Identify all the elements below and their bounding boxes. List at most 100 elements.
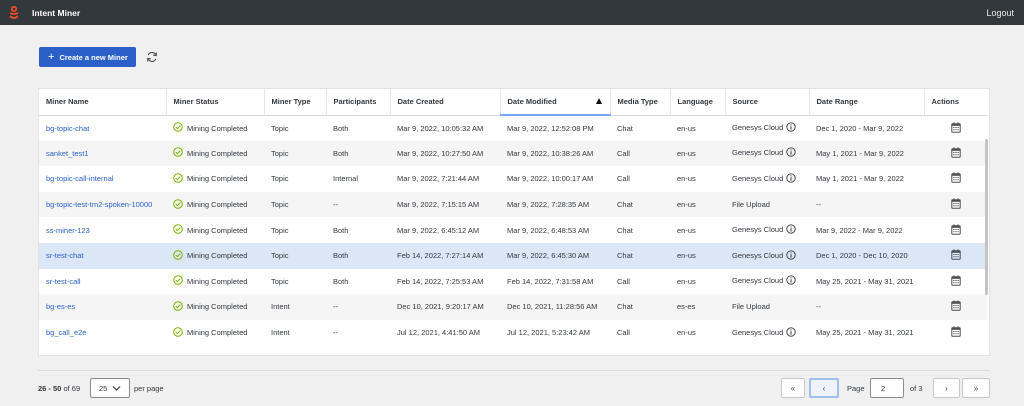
genesys-logo-icon[interactable]	[8, 5, 22, 20]
check-circle-icon	[173, 173, 187, 185]
calendar-icon[interactable]	[950, 326, 961, 339]
check-circle-icon	[173, 249, 187, 262]
date-modified-cell: Feb 14, 2022, 7:31:58 AM	[507, 276, 594, 286]
total-pages: of 3	[910, 384, 923, 393]
calendar-icon[interactable]	[950, 147, 961, 160]
language-cell: en-us	[677, 123, 696, 133]
source-text: Genesys Cloud	[732, 123, 784, 133]
miner-name-link[interactable]: ss-miner-123	[39, 217, 166, 243]
calendar-icon[interactable]	[950, 172, 961, 185]
source-text: Genesys Cloud	[732, 276, 784, 286]
participants-cell: --	[326, 294, 390, 320]
column-header-media-type[interactable]: Media Type	[610, 89, 671, 116]
date-modified-cell: Mar 9, 2022, 10:00:17 AM	[507, 174, 594, 184]
create-miner-button[interactable]: + Create a new Miner	[39, 47, 136, 67]
actions-cell	[924, 166, 987, 192]
info-icon[interactable]	[786, 250, 796, 262]
column-header-source[interactable]: Source	[725, 89, 810, 116]
miner-name-link[interactable]: bg-topic-chat	[39, 115, 166, 141]
source-text: Genesys Cloud	[732, 327, 784, 337]
plus-icon: +	[48, 50, 55, 63]
date-range-cell: Mar 9, 2022 - Mar 9, 2022	[816, 225, 903, 235]
date-modified-cell: Mar 9, 2022, 6:45:30 AM	[500, 242, 610, 269]
page-number-input[interactable]: 2	[870, 378, 904, 398]
info-icon[interactable]	[786, 224, 796, 236]
date-created-cell: Mar 9, 2022, 10:27:50 AM	[390, 140, 500, 167]
miner-status-cell: Mining Completed	[166, 269, 264, 295]
media-type-cell: Call	[617, 174, 630, 184]
results-range-bold: 26 - 50	[38, 384, 62, 393]
first-page-button[interactable]: «	[781, 378, 805, 398]
miner-name-link[interactable]: sr-test-call	[39, 269, 166, 295]
table-row[interactable]: sr-test-chat Mining Completed Topic Both Feb…	[39, 242, 987, 269]
table-scrollbar[interactable]	[985, 139, 988, 295]
column-header-date-created[interactable]: Date Created	[390, 89, 501, 116]
miner-name-link[interactable]: sanket_test1	[39, 140, 166, 167]
miner-status-cell: Mining Completed	[166, 320, 264, 346]
date-created-cell: Mar 9, 2022, 10:05:32 AM	[397, 123, 484, 133]
column-header-date-modified[interactable]: Date Modified	[500, 89, 611, 116]
calendar-icon[interactable]	[950, 121, 961, 135]
miner-status-cell: Mining Completed	[166, 242, 264, 269]
info-icon[interactable]	[786, 326, 796, 339]
info-icon[interactable]	[786, 173, 796, 185]
info-icon[interactable]	[786, 122, 796, 134]
table-row[interactable]: bg-topic-chat Mining Completed Topic Both Ma…	[39, 115, 987, 141]
date-range-cell: Dec 1, 2020 - Dec 10, 2020	[809, 242, 924, 269]
create-miner-label: Create a new Miner	[59, 52, 128, 62]
check-circle-icon	[173, 326, 187, 339]
miner-name-link[interactable]: bg-es-es	[39, 294, 166, 320]
column-header-date-range[interactable]: Date Range	[809, 89, 925, 116]
logout-link[interactable]: Logout	[986, 8, 1014, 18]
refresh-icon[interactable]	[146, 51, 158, 63]
previous-page-button[interactable]: ‹	[809, 378, 839, 398]
language-cell: en-us	[677, 174, 696, 184]
source-cell: Genesys Cloud	[725, 217, 809, 243]
media-type-cell: Call	[617, 328, 630, 338]
calendar-icon[interactable]	[950, 223, 961, 237]
next-page-button[interactable]: ›	[933, 378, 960, 398]
table-row[interactable]: sr-test-call Mining Completed Topic Both Feb…	[39, 269, 987, 295]
column-header-language[interactable]: Language	[670, 89, 726, 116]
participants-cell: Both	[333, 276, 349, 286]
miner-type-cell: Topic	[271, 276, 289, 286]
last-page-button[interactable]: »	[962, 378, 990, 398]
table-row[interactable]: bg-es-es Mining Completed Intent -- Dec 10, …	[39, 294, 987, 320]
miner-name-link[interactable]: bg_call_e2e	[39, 320, 166, 346]
date-created-cell: Mar 9, 2022, 6:45:12 AM	[397, 225, 480, 235]
media-type-cell: Chat	[610, 242, 670, 269]
table-row[interactable]: bg-topic-call-internal Mining Completed To…	[39, 166, 987, 192]
calendar-icon[interactable]	[950, 300, 961, 313]
miner-name-link[interactable]: bg-topic-test-tm2-spoken-10000	[39, 191, 166, 218]
date-range-cell: May 1, 2021 - Mar 9, 2022	[809, 140, 924, 167]
column-header-miner-status[interactable]: Miner Status	[166, 89, 265, 116]
source-text: Genesys Cloud	[732, 250, 784, 260]
media-type-cell: Chat	[617, 123, 633, 133]
language-cell: en-us	[677, 328, 696, 338]
table-row[interactable]: bg-topic-test-tm2-spoken-10000 Mining Com…	[39, 191, 987, 218]
source-text: File Upload	[732, 200, 770, 210]
miner-name-link[interactable]: bg-topic-call-internal	[39, 166, 166, 192]
column-header-miner-type[interactable]: Miner Type	[264, 89, 327, 116]
info-icon[interactable]	[786, 147, 796, 159]
column-header-participants[interactable]: Participants	[326, 89, 391, 116]
date-created-cell: Feb 14, 2022, 7:25:53 AM	[397, 276, 484, 286]
page-size-select[interactable]: 25	[90, 378, 130, 398]
column-header-miner-name[interactable]: Miner Name	[39, 89, 167, 116]
calendar-icon[interactable]	[950, 275, 961, 288]
calendar-icon[interactable]	[950, 249, 961, 262]
table-row[interactable]: sanket_test1 Mining Completed Topic Both Mar…	[39, 140, 987, 167]
date-range-cell: May 25, 2021 - May 31, 2021	[816, 328, 914, 338]
date-created-cell: Mar 9, 2022, 7:21:44 AM	[397, 174, 480, 184]
page-label: Page	[847, 384, 865, 393]
table-row[interactable]: bg_call_e2e Mining Completed Intent -- Jul 1…	[39, 320, 987, 346]
info-icon[interactable]	[786, 275, 796, 287]
source-cell: Genesys Cloud	[725, 166, 809, 192]
miner-name-link[interactable]: sr-test-chat	[39, 242, 166, 269]
actions-cell	[924, 294, 987, 320]
language-cell: en-us	[670, 242, 725, 269]
table-row[interactable]: ss-miner-123 Mining Completed Topic Both Mar…	[39, 217, 987, 243]
miner-status-text: Mining Completed	[187, 302, 248, 312]
calendar-icon[interactable]	[950, 198, 961, 211]
miner-status-cell: Mining Completed	[166, 115, 264, 141]
